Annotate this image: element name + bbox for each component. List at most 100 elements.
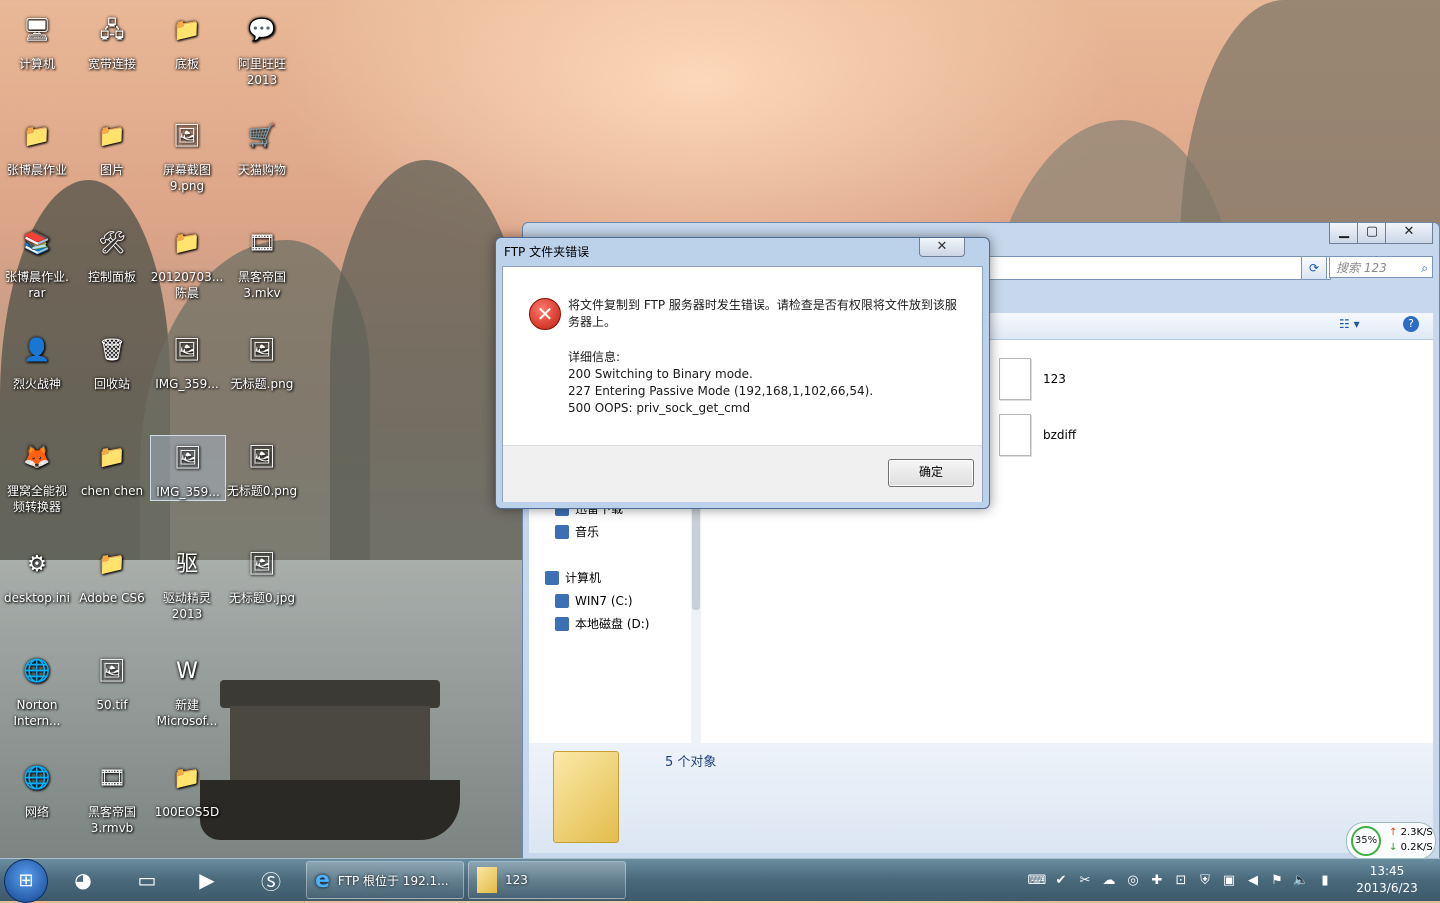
desktop-icon[interactable]: 🦊 狸窝全能视 频转换器 — [0, 435, 74, 515]
help-icon[interactable]: ? — [1403, 316, 1419, 332]
search-input[interactable]: 搜索 123 ⌕ — [1329, 256, 1433, 278]
desktop-icon-label: 屏幕截图 9.png — [162, 163, 211, 193]
desktop-icon-image: 🖼 — [173, 124, 201, 149]
nav-item[interactable]: 计算机 — [545, 568, 601, 588]
flag-icon[interactable]: ⚑ — [1268, 871, 1286, 889]
nav-item[interactable]: WIN7 (C:) — [555, 591, 633, 611]
desktop-icon-image: 🖼 — [98, 659, 126, 684]
desktop-icon[interactable]: 👤 烈火战神 — [0, 328, 74, 392]
desktop-icon[interactable]: 🖼 无标题0.jpg — [225, 542, 299, 606]
desktop-icon[interactable]: 🖼 50.tif — [75, 649, 149, 713]
dialog-body: ✕ 将文件复制到 FTP 服务器时发生错误。请检查是否有权限将文件放到该服务器上… — [502, 266, 983, 502]
desktop-icon[interactable]: 💬 阿里旺旺 2013 — [225, 8, 299, 88]
desktop-icon[interactable]: 📚 张博晨作业. rar — [0, 221, 74, 301]
desktop-icon-label: 天猫购物 — [237, 163, 286, 177]
desktop-icon[interactable]: 📁 chen chen — [75, 435, 149, 499]
desktop-icon-image: 📁 — [98, 124, 126, 149]
desktop-icon[interactable]: 🖼 IMG_359... — [150, 435, 226, 501]
speaker-mute-icon[interactable]: ◀ — [1244, 871, 1262, 889]
desktop-icon-label: 张博晨作业 — [6, 163, 67, 177]
file-item[interactable]: 123 — [999, 358, 1066, 400]
desktop-pin-icon[interactable]: ▭ — [124, 863, 170, 897]
desktop-icon-label: chen chen — [80, 484, 144, 498]
desktop-icon-image: 📁 — [23, 124, 51, 149]
nav-scrollbar[interactable] — [691, 490, 701, 752]
desktop-icon-label: 无标题0.jpg — [228, 591, 296, 605]
desktop-icon-image: ⚙ — [27, 552, 47, 577]
plus-icon[interactable]: ✚ — [1148, 871, 1166, 889]
media-player-pin-icon[interactable]: ▶ — [184, 863, 230, 897]
app-icon[interactable]: ⊡ — [1172, 871, 1190, 889]
search-icon[interactable]: ⌕ — [1421, 257, 1428, 279]
maximize-button[interactable]: ▢ — [1357, 223, 1387, 244]
keyboard-icon[interactable]: ⌨ — [1028, 871, 1047, 889]
desktop-icon-label: 100EOS5D — [154, 805, 220, 819]
desktop-icon-label: 20120703... 陈晨 — [150, 270, 224, 300]
desktop-icon[interactable]: 📁 底板 — [150, 8, 224, 72]
taskbar-task-folder[interactable]: 123 — [468, 861, 626, 899]
browser-pin-icon[interactable]: ◕ — [60, 863, 106, 897]
details-pane: 5 个对象 — [529, 743, 1433, 853]
minimize-button[interactable]: ▁ — [1329, 223, 1359, 244]
desktop-icon-label: 张博晨作业. rar — [5, 270, 69, 300]
network-speed-widget[interactable]: 35% ↑ 2.3K/S ↓ 0.2K/S — [1346, 822, 1436, 860]
nav-item[interactable]: 音乐 — [555, 522, 599, 542]
background-boat — [200, 680, 460, 850]
desktop-icon[interactable]: 🖧 宽带连接 — [75, 8, 149, 72]
network-icon[interactable]: ▣ — [1220, 871, 1238, 889]
start-button[interactable]: ⊞ — [4, 859, 48, 903]
refresh-button[interactable]: ⟳ — [1301, 256, 1327, 280]
skype-pin-icon[interactable]: Ⓢ — [248, 863, 294, 897]
desktop-icon[interactable]: 🖼 IMG_359... — [150, 328, 224, 392]
tool-icon[interactable]: ✂ — [1076, 871, 1094, 889]
cloud-icon[interactable]: ☁ — [1100, 871, 1118, 889]
desktop-icon[interactable]: 🛠 控制面板 — [75, 221, 149, 285]
file-item[interactable]: bzdiff — [999, 414, 1076, 456]
dialog-close-button[interactable]: ✕ — [919, 238, 965, 257]
desktop-icon[interactable]: 🌐 Norton Intern... — [0, 649, 74, 729]
desktop-icon[interactable]: 🎞 黑客帝国 3.rmvb — [75, 756, 149, 836]
nav-item[interactable]: 本地磁盘 (D:) — [555, 614, 649, 634]
nav-item-label: 计算机 — [565, 571, 602, 585]
taskbar-task-ftp[interactable]: e FTP 根位于 192.1... — [306, 861, 464, 899]
shield-icon[interactable]: ⛨ — [1196, 871, 1214, 889]
taskbar: ⊞ ◕ ▭ ▶ Ⓢ e FTP 根位于 192.1... 123 ⌨ ✔ ✂ ☁… — [0, 858, 1440, 903]
desktop-icon-label: Adobe CS6 — [79, 591, 145, 605]
desktop-icon[interactable]: 🛒 天猫购物 — [225, 114, 299, 178]
desktop-icon[interactable]: 🗑 回收站 — [75, 328, 149, 392]
desktop-icon-image: 📁 — [173, 766, 201, 791]
desktop-icon[interactable]: ⚙ desktop.ini — [0, 542, 74, 606]
desktop-icon[interactable]: 🖼 屏幕截图 9.png — [150, 114, 224, 194]
ftp-error-dialog[interactable]: FTP 文件夹错误 ✕ ✕ 将文件复制到 FTP 服务器时发生错误。请检查是否有… — [495, 237, 990, 509]
desktop-icon-image: 🌐 — [23, 659, 51, 684]
desktop-icon[interactable]: 🌐 网络 — [0, 756, 74, 820]
desktop-icon[interactable]: 🖼 无标题0.png — [225, 435, 299, 499]
close-button[interactable]: ✕ — [1385, 223, 1433, 244]
desktop-icon[interactable]: 📁 图片 — [75, 114, 149, 178]
desktop-icon[interactable]: 📁 20120703... 陈晨 — [150, 221, 224, 301]
desktop-icon[interactable]: 🖼 无标题.png — [225, 328, 299, 392]
desktop-icon[interactable]: 📁 张博晨作业 — [0, 114, 74, 178]
desktop-icon-label: IMG_359... — [155, 377, 219, 391]
security-icon[interactable]: ✔ — [1052, 871, 1070, 889]
compass-icon[interactable]: ◎ — [1124, 871, 1142, 889]
desktop-icon-label: 驱动精灵 2013 — [162, 591, 211, 621]
desktop-icon[interactable]: W 新建 Microsof... — [150, 649, 224, 729]
desktop-icon-image: 🖼 — [174, 446, 202, 471]
signal-icon[interactable]: ▮ — [1316, 871, 1334, 889]
desktop-icon[interactable]: 🖥 计算机 — [0, 8, 74, 72]
desktop-icon[interactable]: 📁 100EOS5D — [150, 756, 224, 820]
desktop-icon-image: 🖧 — [99, 18, 125, 43]
ok-button[interactable]: 确定 — [888, 459, 974, 487]
clock[interactable]: 13:45 2013/6/23 — [1350, 863, 1424, 897]
view-options-icon[interactable]: ☷ ▾ — [1339, 317, 1360, 331]
desktop-icon-image: 🎞 — [248, 231, 276, 256]
address-bar[interactable]: ▼ — [979, 256, 1331, 280]
desktop-icon[interactable]: 🎞 黑客帝国 3.mkv — [225, 221, 299, 301]
desktop-icon-label: 无标题0.png — [226, 484, 298, 498]
volume-icon[interactable]: 🔈 — [1292, 871, 1310, 889]
desktop-icon-image: 驱 — [175, 552, 198, 577]
desktop-icon-image: 📁 — [98, 552, 126, 577]
desktop-icon[interactable]: 驱驱动精灵 2013 — [150, 542, 224, 622]
desktop-icon[interactable]: 📁 Adobe CS6 — [75, 542, 149, 606]
